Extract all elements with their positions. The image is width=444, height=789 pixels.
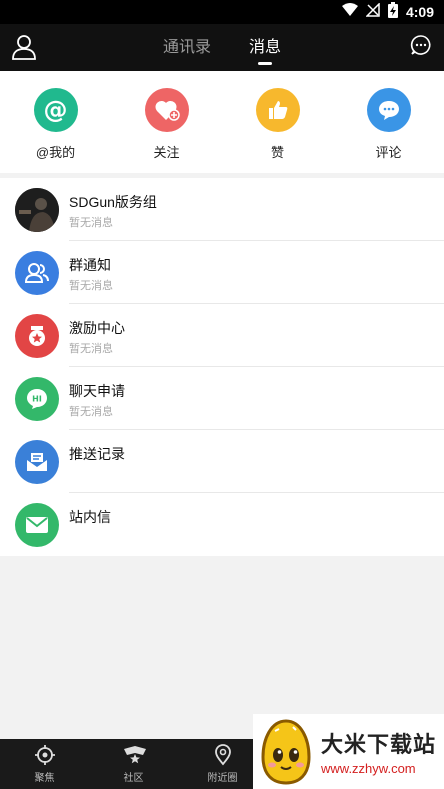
- watermark-title: 大米下载站: [321, 732, 437, 757]
- nav-label: 附近圈: [207, 773, 238, 784]
- status-bar: 4:09: [0, 0, 444, 24]
- status-time: 4:09: [405, 4, 434, 20]
- push-inbox-icon: [15, 440, 59, 484]
- quick-action-label: 评论: [375, 145, 402, 160]
- at-icon: @: [33, 88, 78, 132]
- list-item-title: 聊天申请: [69, 383, 125, 399]
- list-item-subtitle: 暂无消息: [69, 343, 113, 355]
- battery-charging-icon: [387, 1, 398, 23]
- svg-text:HI: HI: [32, 395, 42, 404]
- list-item[interactable]: SDGun版务组 暂无消息: [0, 178, 444, 241]
- quick-action-label: @我的: [35, 145, 76, 160]
- nav-item-focus[interactable]: 聚焦: [0, 739, 89, 789]
- list-item[interactable]: 站内信: [0, 493, 444, 556]
- message-list: SDGun版务组 暂无消息 群通知 暂无消息 激励中心 暂无消息 HI 聊天申请…: [0, 178, 444, 556]
- header-tabs: 通讯录 消息: [0, 24, 444, 71]
- list-item-title: 推送记录: [69, 446, 125, 462]
- list-item[interactable]: 推送记录: [0, 430, 444, 493]
- community-badge-icon: [123, 744, 146, 766]
- watermark-url: www.zzhyw.com: [321, 761, 416, 776]
- mail-icon: [15, 503, 59, 547]
- quick-action-at-me[interactable]: @ @我的: [16, 88, 96, 173]
- top-header: 通讯录 消息: [0, 24, 444, 71]
- list-item-title: SDGun版务组: [69, 194, 157, 210]
- quick-action-follow[interactable]: 关注: [127, 88, 207, 173]
- group-icon: [15, 251, 59, 295]
- list-item[interactable]: 激励中心 暂无消息: [0, 304, 444, 367]
- quick-action-label: 关注: [153, 145, 180, 160]
- wifi-icon: [341, 2, 358, 22]
- crosshair-icon: [34, 744, 56, 766]
- thumbs-up-icon: [255, 88, 300, 132]
- reward-icon: [15, 314, 59, 358]
- photo-avatar: [15, 188, 59, 232]
- list-item-title: 激励中心: [69, 320, 125, 336]
- quick-action-comment[interactable]: 评论: [349, 88, 429, 173]
- nav-label: 社区: [123, 773, 144, 784]
- hi-chat-icon: HI: [15, 377, 59, 421]
- tab-contacts[interactable]: 通讯录: [163, 24, 211, 71]
- list-item[interactable]: 群通知 暂无消息: [0, 241, 444, 304]
- quick-action-label: 赞: [270, 145, 284, 160]
- list-item-subtitle: 暂无消息: [69, 217, 113, 229]
- list-item-subtitle: 暂无消息: [69, 280, 113, 292]
- list-item-title: 站内信: [69, 509, 111, 525]
- nav-label: 聚焦: [34, 773, 55, 784]
- quick-actions: @ @我的 关注 赞 评论: [0, 71, 444, 173]
- comment-icon: [366, 88, 411, 132]
- list-item[interactable]: HI 聊天申请 暂无消息: [0, 367, 444, 430]
- chat-bubble-icon[interactable]: [410, 34, 432, 56]
- nav-item-community[interactable]: 社区: [89, 739, 178, 789]
- list-item-subtitle: 暂无消息: [69, 406, 113, 418]
- list-item-title: 群通知: [69, 257, 111, 273]
- watermark-text: 大米下载站 www.zzhyw.com: [321, 727, 436, 776]
- no-signal-icon: [365, 1, 380, 22]
- watermark: 大米下载站 www.zzhyw.com: [253, 714, 444, 789]
- tab-messages[interactable]: 消息: [249, 24, 281, 71]
- rice-mascot-logo-icon: [257, 717, 315, 787]
- quick-action-like[interactable]: 赞: [238, 88, 318, 173]
- heart-plus-icon: [144, 88, 189, 132]
- location-pin-icon: [212, 744, 234, 766]
